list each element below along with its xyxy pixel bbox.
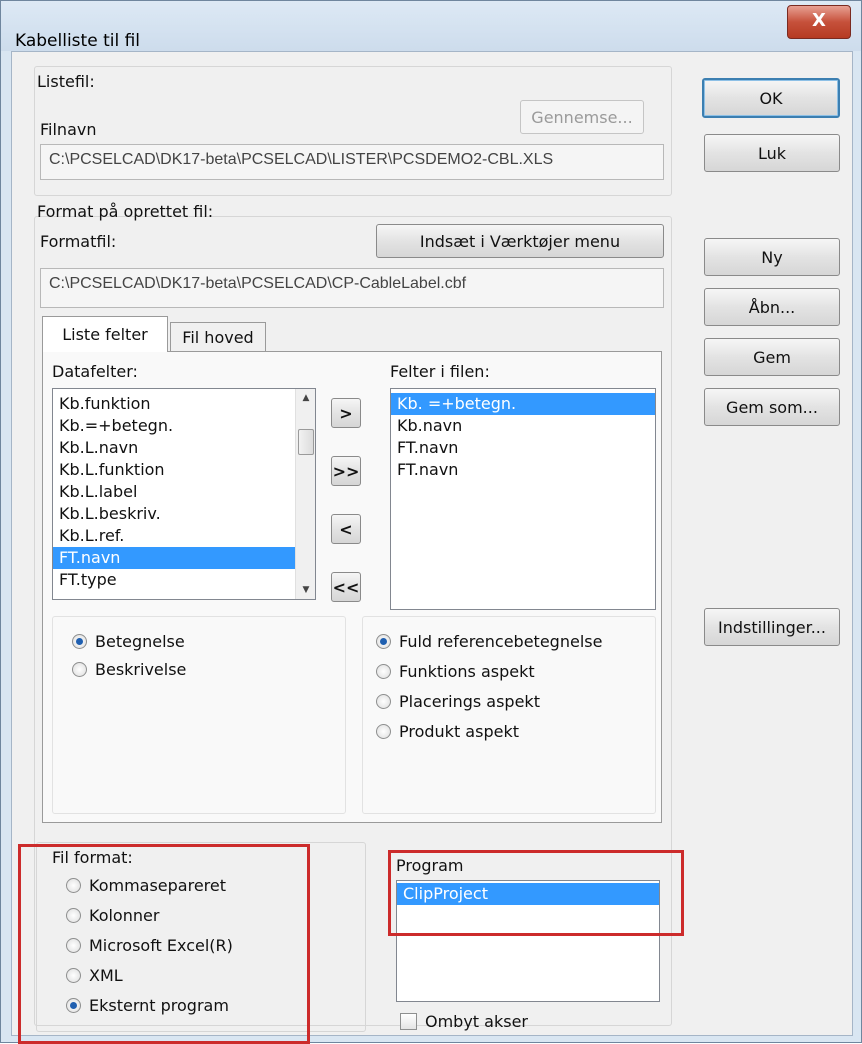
ref-option-radio[interactable]: Funktions aspekt <box>376 662 535 681</box>
filename-field[interactable]: C:\PCSELCAD\DK17-beta\PCSELCAD\LISTER\PC… <box>40 144 664 180</box>
swap-axes-checkbox[interactable]: Ombyt akser <box>400 1012 528 1031</box>
browse-button[interactable]: Gennemse... <box>520 100 644 134</box>
scroll-up-arrow-icon[interactable]: ▲ <box>296 393 315 403</box>
checkbox-box-icon <box>400 1013 417 1030</box>
highlight-box-fileformat <box>18 844 310 1044</box>
radio-dot-icon <box>72 662 87 677</box>
add-all-fields-button[interactable]: >> <box>331 456 361 486</box>
dialog-client: Listefil: Gennemse... Filnavn C:\PCSELCA… <box>11 51 853 1044</box>
remove-field-button[interactable]: < <box>331 514 361 544</box>
ref-option-radio-label: Placerings aspekt <box>399 692 540 711</box>
radio-dot-icon <box>376 724 391 739</box>
list-item[interactable]: Kb.funktion <box>53 393 315 415</box>
formatfile-label: Formatfil: <box>40 232 117 251</box>
name-option-radio[interactable]: Betegnelse <box>72 632 185 651</box>
filefields-listbox[interactable]: Kb. =+betegn. Kb.navn FT.navn FT.navn <box>390 388 656 610</box>
new-button[interactable]: Ny <box>704 238 840 276</box>
name-option-radio-label: Betegnelse <box>95 632 185 651</box>
close-button[interactable]: Luk <box>704 134 840 172</box>
filefields-label: Felter i filen: <box>390 362 490 381</box>
ref-option-radio[interactable]: Fuld referencebetegnelse <box>376 632 602 651</box>
ref-option-radio-label: Funktions aspekt <box>399 662 535 681</box>
ref-option-radio-label: Produkt aspekt <box>399 722 519 741</box>
tab-fil-hoved[interactable]: Fil hoved <box>170 322 266 352</box>
filename-label: Filnavn <box>40 120 97 139</box>
datafields-listbox[interactable]: Kb.funktion Kb.=+betegn. Kb.L.navn Kb.L.fun… <box>52 388 316 600</box>
list-item[interactable]: Kb.L.funktion <box>53 459 315 481</box>
radio-dot-icon <box>376 634 391 649</box>
tab-liste-felter[interactable]: Liste felter <box>42 316 168 352</box>
title-bar[interactable]: Kabelliste til fil X <box>1 1 861 51</box>
name-option-radio[interactable]: Beskrivelse <box>72 660 186 679</box>
ref-option-radio[interactable]: Produkt aspekt <box>376 722 519 741</box>
list-item[interactable]: Kb.L.label <box>53 481 315 503</box>
settings-button[interactable]: Indstillinger... <box>704 608 840 646</box>
window-title: Kabelliste til fil <box>15 31 141 51</box>
format-label: Format på oprettet fil: <box>37 202 214 221</box>
insert-tools-menu-button[interactable]: Indsæt i Værktøjer menu <box>376 224 664 258</box>
swap-axes-label: Ombyt akser <box>425 1012 528 1031</box>
radio-dot-icon <box>376 664 391 679</box>
formatfile-field[interactable]: C:\PCSELCAD\DK17-beta\PCSELCAD\CP-CableL… <box>40 268 664 308</box>
list-item[interactable]: Kb.L.navn <box>53 437 315 459</box>
list-item[interactable]: FT.type <box>53 569 315 591</box>
remove-all-fields-button[interactable]: << <box>331 572 361 602</box>
save-button[interactable]: Gem <box>704 338 840 376</box>
list-item[interactable]: FT.navn <box>391 437 655 459</box>
list-item[interactable]: Kb.navn <box>391 415 655 437</box>
datafields-scrollbar[interactable]: ▲ ▼ <box>295 389 315 599</box>
datafields-list: Kb.funktion Kb.=+betegn. Kb.L.navn Kb.L.fun… <box>53 389 315 591</box>
filefields-list: Kb. =+betegn. Kb.navn FT.navn FT.navn <box>391 389 655 481</box>
ref-option-radio[interactable]: Placerings aspekt <box>376 692 540 711</box>
ref-option-radio-label: Fuld referencebetegnelse <box>399 632 603 651</box>
name-option-radio-label: Beskrivelse <box>95 660 187 679</box>
scroll-down-arrow-icon[interactable]: ▼ <box>296 585 315 595</box>
radio-dot-icon <box>72 634 87 649</box>
radio-dot-icon <box>376 694 391 709</box>
open-button[interactable]: Åbn... <box>704 288 840 326</box>
save-as-button[interactable]: Gem som... <box>704 388 840 426</box>
listefil-label: Listefil: <box>37 72 95 91</box>
list-item[interactable]: Kb.=+betegn. <box>53 415 315 437</box>
list-item[interactable]: Kb. =+betegn. <box>391 393 655 415</box>
list-item[interactable]: Kb.L.beskriv. <box>53 503 315 525</box>
add-field-button[interactable]: > <box>331 398 361 428</box>
ok-button[interactable]: OK <box>702 78 840 118</box>
datafields-label: Datafelter: <box>52 362 138 381</box>
close-window-button[interactable]: X <box>787 5 851 39</box>
list-item[interactable]: Kb.L.ref. <box>53 525 315 547</box>
list-item[interactable]: FT.navn <box>391 459 655 481</box>
highlight-box-program <box>388 850 684 936</box>
scroll-thumb[interactable] <box>298 429 314 455</box>
dialog-window: Kabelliste til fil X Listefil: Gennemse.… <box>0 0 862 1044</box>
list-item[interactable]: FT.navn <box>53 547 315 569</box>
